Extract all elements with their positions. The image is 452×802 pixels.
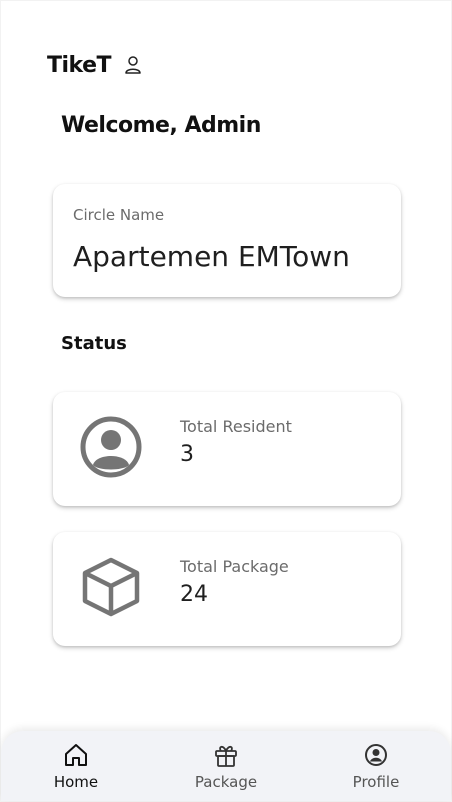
- nav-item-package[interactable]: Package: [176, 741, 276, 791]
- total-resident-card[interactable]: Total Resident 3: [53, 392, 401, 506]
- app-title: TikeT: [47, 52, 112, 78]
- box-icon: [79, 555, 143, 619]
- circle-name-label: Circle Name: [73, 206, 165, 224]
- nav-item-profile[interactable]: Profile: [326, 741, 426, 791]
- profile-icon: [362, 741, 390, 769]
- welcome-heading: Welcome, Admin: [61, 113, 261, 138]
- nav-label-home: Home: [53, 773, 99, 791]
- nav-label-profile: Profile: [352, 773, 400, 791]
- app-header: TikeT: [47, 49, 143, 81]
- nav-item-home[interactable]: Home: [26, 741, 126, 791]
- circle-name-card: Circle Name Apartemen EMTown: [53, 184, 401, 297]
- user-circle-icon: [79, 415, 143, 479]
- gift-icon: [212, 741, 240, 769]
- stat-value: 24: [180, 582, 208, 607]
- stat-value: 3: [180, 442, 194, 467]
- user-icon[interactable]: [123, 55, 143, 75]
- nav-label-package: Package: [194, 773, 258, 791]
- stat-label: Total Package: [180, 557, 289, 576]
- bottom-nav: Home Package Profile: [1, 731, 451, 801]
- circle-name-value: Apartemen EMTown: [73, 240, 350, 273]
- total-package-card[interactable]: Total Package 24: [53, 532, 401, 646]
- status-heading: Status: [61, 333, 127, 354]
- stat-label: Total Resident: [180, 417, 292, 436]
- home-icon: [62, 741, 90, 769]
- home-screen: TikeT Welcome, Admin Circle Name Apartem…: [1, 1, 451, 801]
